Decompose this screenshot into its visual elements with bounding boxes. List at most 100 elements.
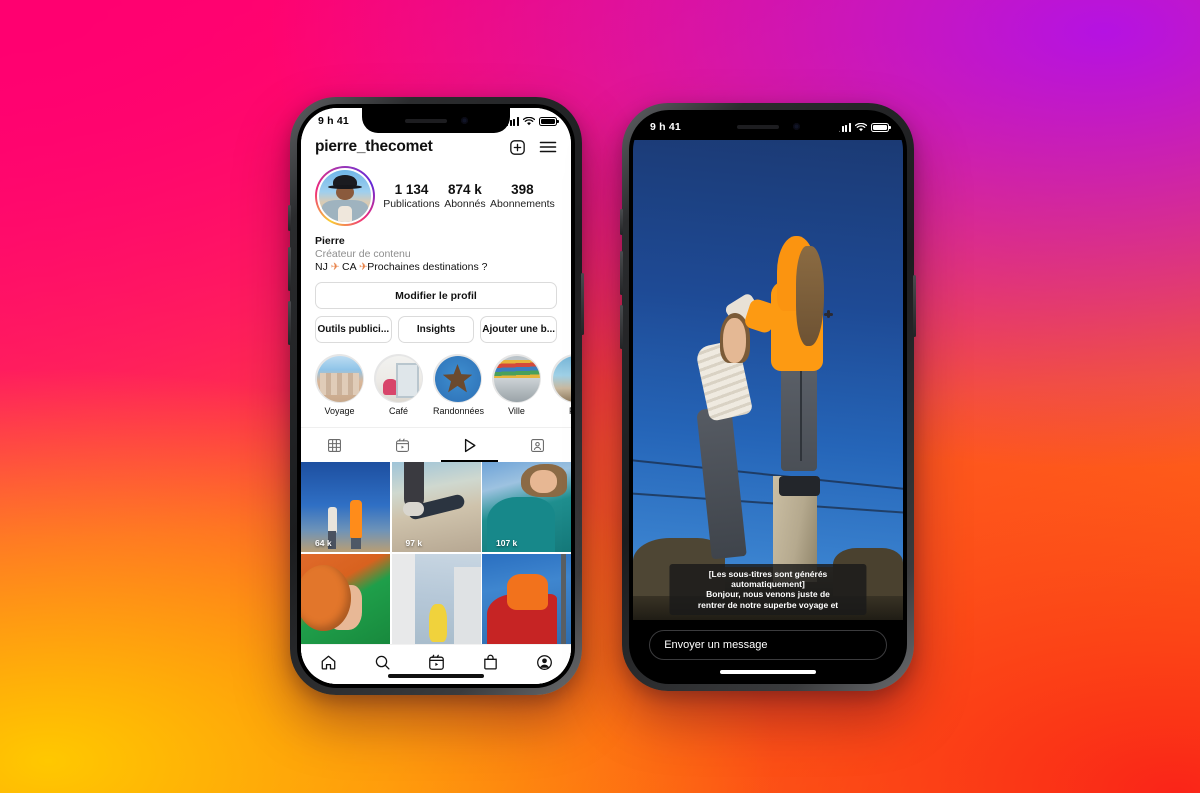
avatar-photo xyxy=(319,170,371,222)
auto-captions: [Les sous-titres sont générés automatiqu… xyxy=(669,563,867,615)
search-icon[interactable] xyxy=(374,654,391,671)
highlight-item-plage[interactable]: Pla xyxy=(551,354,571,416)
phone-volume-up-button[interactable] xyxy=(288,247,291,291)
bio-display-name: Pierre xyxy=(315,235,345,247)
person-left xyxy=(687,291,763,563)
highlight-item-voyage[interactable]: Voyage xyxy=(315,354,364,416)
bio-part-2: CA xyxy=(342,261,357,274)
highlight-item-cafe[interactable]: Café xyxy=(374,354,423,416)
avatar-inner xyxy=(317,168,373,224)
caption-line-4: rentrer de notre superbe voyage et xyxy=(697,599,839,610)
tab-grid[interactable] xyxy=(301,428,369,462)
story-highlights[interactable]: Voyage Café Randonnées Ville xyxy=(301,343,571,416)
content-tabbar xyxy=(301,427,572,463)
power-line-2 xyxy=(633,491,903,518)
avatar[interactable] xyxy=(315,166,375,226)
edit-profile-button[interactable]: Modifier le profil xyxy=(315,282,557,310)
phone-volume-up-button[interactable] xyxy=(620,251,623,295)
stat-following[interactable]: 398 Abonnements xyxy=(490,182,555,210)
airplane-icon-2: ✈ xyxy=(358,261,368,274)
stat-value: 1 134 xyxy=(394,182,429,197)
battery-full-icon xyxy=(539,116,559,126)
phone-volume-down-button[interactable] xyxy=(620,305,623,349)
phone-power-button[interactable] xyxy=(581,273,584,335)
grid-cell[interactable] xyxy=(301,553,390,644)
bio-part-3: Prochaines destinations ? xyxy=(367,261,488,274)
phone-volume-down-button[interactable] xyxy=(288,301,291,345)
stat-value: 398 xyxy=(511,182,534,197)
tagged-person-icon xyxy=(530,438,545,453)
status-time: 9 h 41 xyxy=(318,115,349,127)
home-icon[interactable] xyxy=(320,654,337,671)
reel-video-surface[interactable]: [Les sous-titres sont générés automatiqu… xyxy=(633,140,903,620)
grid-cell[interactable] xyxy=(391,553,481,644)
grid-cell[interactable]: 107 k xyxy=(482,462,571,553)
phone-mute-switch[interactable] xyxy=(620,209,623,235)
profile-summary-row: 1 134 Publications 874 k Abonnés 398 Abo… xyxy=(301,156,571,226)
bio-category: Créateur de contenu xyxy=(315,248,411,261)
view-count: 97 k xyxy=(397,538,423,548)
home-indicator[interactable] xyxy=(388,674,484,678)
left-phone-screen: 9 h 41 pierre_thecomet 1 134 Publication… xyxy=(301,108,571,684)
highlight-cover xyxy=(434,355,481,402)
highlight-label: Pla xyxy=(551,406,571,416)
left-phone-device: 9 h 41 pierre_thecomet 1 134 Publication… xyxy=(288,97,584,695)
profile-icon[interactable] xyxy=(536,654,553,671)
insights-button[interactable]: Insights xyxy=(397,316,475,344)
bio-part-1: NJ xyxy=(315,261,328,274)
wifi-icon xyxy=(855,122,867,132)
stat-publications[interactable]: 1 134 Publications xyxy=(383,182,440,210)
grid-cell[interactable]: 97 k xyxy=(391,462,481,553)
highlight-cover xyxy=(375,355,422,402)
highlight-label: Ville xyxy=(508,406,525,417)
earpiece-speaker xyxy=(736,124,779,129)
message-input[interactable]: Envoyer un message xyxy=(649,630,887,660)
add-bio-button[interactable]: Ajouter une b... xyxy=(480,316,558,344)
content-grid: 64 k 97 k 107 k xyxy=(301,462,571,644)
play-small-icon xyxy=(306,539,312,547)
header-actions xyxy=(509,139,557,156)
highlight-item-ville[interactable]: Ville xyxy=(492,354,541,416)
person-right xyxy=(743,236,835,496)
grid-cell[interactable]: 64 k xyxy=(301,462,390,553)
tab-video[interactable] xyxy=(436,428,504,463)
phone-mute-switch[interactable] xyxy=(288,205,291,231)
stat-label: Abonnés xyxy=(444,198,486,210)
grid-cell[interactable] xyxy=(482,553,571,644)
hamburger-menu-icon[interactable] xyxy=(539,139,557,155)
stat-label: Publications xyxy=(383,198,440,210)
promo-tools-button[interactable]: Outils publici... xyxy=(315,316,392,344)
home-indicator[interactable] xyxy=(720,670,816,674)
reels-icon[interactable] xyxy=(428,654,445,671)
tab-reels[interactable] xyxy=(369,428,437,462)
status-indicators xyxy=(838,122,891,132)
right-phone-device: 9 h 41 [Les sous-titres sont générés aut… xyxy=(620,103,916,691)
caption-line-3: Bonjour, nous venons juste de xyxy=(706,589,830,600)
caption-line-1: [Les sous-titres sont générés xyxy=(708,568,828,579)
battery-full-icon xyxy=(871,122,891,132)
stat-followers[interactable]: 874 k Abonnés xyxy=(444,182,485,210)
shop-bag-icon[interactable] xyxy=(482,654,499,671)
plus-square-icon[interactable] xyxy=(509,139,526,156)
phone-power-button[interactable] xyxy=(913,275,916,337)
right-phone-notch xyxy=(694,114,842,139)
front-camera-icon xyxy=(792,123,800,130)
profile-bio: Pierre Créateur de contenu NJ ✈ CA ✈Proc… xyxy=(301,226,571,274)
highlight-cover xyxy=(493,355,540,402)
play-small-icon xyxy=(397,539,403,547)
left-phone-notch xyxy=(362,108,510,133)
airplane-icon: ✈ xyxy=(330,261,340,274)
view-count: 64 k xyxy=(306,538,332,548)
status-time: 9 h 41 xyxy=(650,121,681,133)
right-phone-screen: 9 h 41 [Les sous-titres sont générés aut… xyxy=(633,114,903,680)
secondary-action-row: Outils publici... Insights Ajouter une b… xyxy=(315,316,558,344)
grid-icon xyxy=(327,438,342,453)
page-title: pierre_thecomet xyxy=(315,138,433,155)
wifi-icon xyxy=(523,116,535,126)
bio-text: NJ ✈ CA ✈Prochaines destinations ? xyxy=(315,261,557,274)
highlight-item-randonnees[interactable]: Randonnées xyxy=(433,354,484,416)
front-camera-icon xyxy=(460,117,468,124)
right-phone-inner: 9 h 41 [Les sous-titres sont générés aut… xyxy=(629,110,907,684)
tab-tagged[interactable] xyxy=(504,428,572,462)
profile-action-buttons: Modifier le profil Outils publici... Ins… xyxy=(301,274,571,344)
